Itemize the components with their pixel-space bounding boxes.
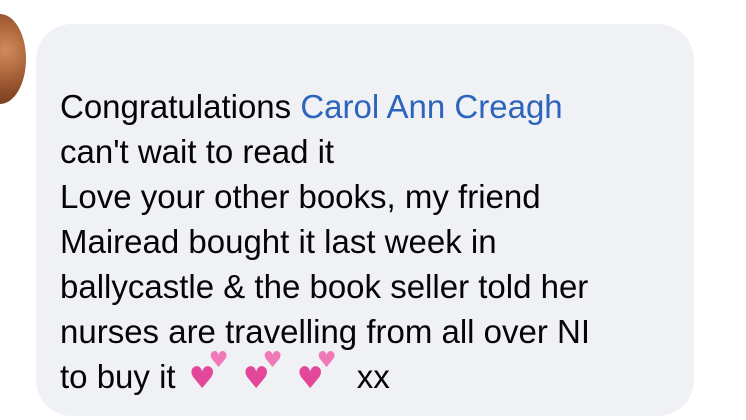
comment-line-5: ballycastle & the book seller told her bbox=[60, 268, 589, 305]
two-hearts-icon: ♥ ♥ bbox=[296, 348, 337, 396]
comment-line-7-text: to buy it bbox=[60, 358, 176, 395]
comment-intro: Congratulations bbox=[60, 88, 301, 125]
two-hearts-icon: ♥ ♥ bbox=[242, 348, 283, 396]
comment-line-4: Mairead bought it last week in bbox=[60, 223, 497, 260]
comment-line-3: Love your other books, my friend bbox=[60, 178, 541, 215]
comment-text: Congratulations Carol Ann Creagh can't w… bbox=[60, 84, 680, 401]
comment-line-2: can't wait to read it bbox=[60, 133, 335, 170]
two-hearts-icon: ♥ ♥ bbox=[188, 348, 229, 396]
comment-signoff: xx bbox=[356, 358, 390, 395]
comment-line-1: Congratulations Carol Ann Creagh bbox=[60, 84, 680, 129]
avatar[interactable] bbox=[0, 14, 26, 104]
comment-line-7: to buy it ♥ ♥ ♥ ♥ ♥ ♥ xx bbox=[60, 348, 680, 401]
emoji-group: ♥ ♥ ♥ ♥ ♥ ♥ bbox=[188, 348, 351, 401]
mention-link[interactable]: Carol Ann Creagh bbox=[300, 88, 562, 125]
comment-line-6: nurses are travelling from all over NI bbox=[60, 313, 591, 350]
comment-thread: Congratulations Carol Ann Creagh can't w… bbox=[0, 0, 746, 420]
